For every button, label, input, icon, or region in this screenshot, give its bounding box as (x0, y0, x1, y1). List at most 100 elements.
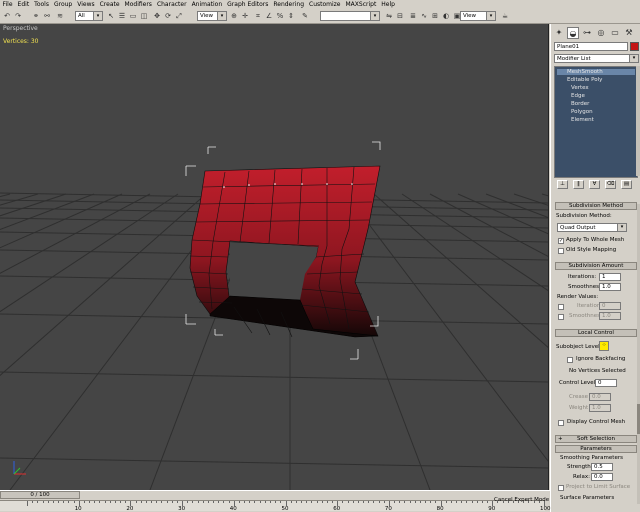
redo-icon[interactable]: ↷ (13, 11, 23, 21)
ruler-tick-label: 90 (488, 506, 496, 512)
modifier-stack[interactable]: MeshSmooth Editable Poly Vertex Edge Border P… (554, 66, 638, 178)
snap-toggle-icon[interactable]: ⌗ (253, 11, 263, 21)
modifier-list-dropdown[interactable]: Modifier List ▾ (554, 54, 639, 63)
ruler-tick (295, 501, 297, 503)
render-smoothness-spinner[interactable]: 1.0 (599, 312, 621, 320)
menu-rendering[interactable]: Rendering (271, 0, 307, 9)
object-name-field[interactable]: Plane01 (554, 42, 628, 51)
vertex-level-button[interactable]: ⁘ (599, 341, 609, 351)
link-icon[interactable]: ⚭ (31, 11, 41, 21)
spinner-snap-icon[interactable]: ⇕ (286, 11, 296, 21)
menu-file[interactable]: File (0, 0, 15, 9)
plane01-mesh[interactable] (189, 165, 381, 338)
undo-icon[interactable]: ↶ (2, 11, 12, 21)
menu-views[interactable]: Views (75, 0, 97, 9)
make-unique-button[interactable]: ∀ (589, 180, 600, 189)
menu-modifiers[interactable]: Modifiers (122, 0, 154, 9)
old-style-mapping-checkbox[interactable] (558, 248, 564, 254)
stack-item-edge[interactable]: Edge (571, 93, 635, 99)
configure-sets-button[interactable]: ▤ (621, 180, 632, 189)
select-scale-icon[interactable]: ⤢ (174, 11, 184, 21)
angle-snap-icon[interactable]: ∠ (264, 11, 274, 21)
stack-item-border[interactable]: Border (571, 101, 635, 107)
unlink-icon[interactable]: ⚯ (42, 11, 52, 21)
smoothness-spinner[interactable]: 1.0 (599, 283, 621, 291)
weight-spinner[interactable]: 1.0 (589, 404, 611, 412)
stack-item-vertex[interactable]: Vertex (571, 85, 635, 91)
select-move-icon[interactable]: ✥ (152, 11, 162, 21)
rollout-subdivision-amount[interactable]: Subdivision Amount (555, 262, 637, 270)
menu-customize[interactable]: Customize (307, 0, 344, 9)
subdivision-method-dropdown[interactable]: Quad Output ▾ (557, 223, 627, 232)
pin-stack-button[interactable]: ⊥ (557, 180, 568, 189)
track-bar[interactable]: 10 20 30 40 50 60 70 80 90 100 (0, 500, 551, 512)
select-manipulate-icon[interactable]: ✛ (240, 11, 250, 21)
menu-maxscript[interactable]: MAXScript (343, 0, 379, 9)
crease-spinner[interactable]: 0.0 (589, 393, 611, 401)
perspective-viewport[interactable]: Perspective Vertices: 30 (0, 24, 549, 490)
object-color-swatch[interactable] (630, 42, 639, 51)
selection-filter-dropdown[interactable]: All ▾ (75, 11, 103, 21)
stack-item-meshsmooth[interactable]: MeshSmooth (557, 69, 635, 75)
strength-spinner[interactable]: 0.5 (591, 463, 613, 471)
menu-tools[interactable]: Tools (32, 0, 52, 9)
select-rotate-icon[interactable]: ⟳ (163, 11, 173, 21)
material-editor-icon[interactable]: ◐ (441, 11, 451, 21)
project-limit-checkbox[interactable] (558, 485, 564, 491)
select-by-name-icon[interactable]: ☰ (117, 11, 127, 21)
menu-help[interactable]: Help (379, 0, 398, 9)
hierarchy-tab-icon[interactable]: ⊶ (581, 27, 593, 39)
reference-coordinate-dropdown[interactable]: View ▾ (197, 11, 227, 21)
modify-tab-icon[interactable]: ◒ (567, 27, 579, 39)
stack-item-element[interactable]: Element (571, 117, 635, 123)
align-icon[interactable]: ⊟ (395, 11, 405, 21)
quick-render-icon[interactable]: ☕ (500, 11, 510, 21)
motion-tab-icon[interactable]: ◎ (595, 27, 607, 39)
display-tab-icon[interactable]: ▭ (609, 27, 621, 39)
ignore-backfacing-checkbox[interactable] (567, 357, 573, 363)
render-iterations-checkbox[interactable] (558, 304, 564, 310)
window-crossing-icon[interactable]: ◫ (139, 11, 149, 21)
menu-edit[interactable]: Edit (15, 0, 32, 9)
time-slider[interactable]: 0 / 100 (0, 491, 80, 499)
rollout-soft-selection[interactable]: + Soft Selection (555, 435, 637, 443)
mirror-icon[interactable]: ⇋ (384, 11, 394, 21)
menu-character[interactable]: Character (154, 0, 189, 9)
remove-modifier-button[interactable]: ⌫ (605, 180, 616, 189)
display-control-mesh-checkbox[interactable] (558, 420, 564, 426)
ruler-tick (166, 501, 168, 503)
menu-animation[interactable]: Animation (189, 0, 225, 9)
pivot-center-icon[interactable]: ⊕ (229, 11, 239, 21)
percent-snap-icon[interactable]: % (275, 11, 285, 21)
viewport-label[interactable]: Perspective (3, 25, 38, 32)
schematic-view-icon[interactable]: ⊞ (430, 11, 440, 21)
layer-manager-icon[interactable]: ≣ (408, 11, 418, 21)
rollout-subdivision-method[interactable]: Subdivision Method (555, 202, 637, 210)
ruler-tick-label: 10 (74, 506, 82, 512)
menu-graph-editors[interactable]: Graph Editors (225, 0, 271, 9)
control-level-spinner[interactable]: 0 (595, 379, 617, 387)
stack-item-polygon[interactable]: Polygon (571, 109, 635, 115)
show-end-result-button[interactable]: ‖ (573, 180, 584, 189)
rollout-parameters[interactable]: Parameters (555, 445, 637, 453)
bind-space-warp-icon[interactable]: ≋ (55, 11, 65, 21)
iterations-spinner[interactable]: 1 (599, 273, 621, 281)
stack-item-editable-poly[interactable]: Editable Poly (557, 77, 635, 83)
render-iterations-spinner[interactable]: 0 (599, 302, 621, 310)
render-view-dropdown[interactable]: View ▾ (460, 11, 496, 21)
rollout-local-control[interactable]: Local Control (555, 329, 637, 337)
create-tab-icon[interactable]: ✦ (553, 27, 565, 39)
rectangle-selection-icon[interactable]: ▭ (128, 11, 138, 21)
modifier-stack-scrollbar[interactable] (636, 66, 640, 176)
render-smoothness-checkbox[interactable] (558, 314, 564, 320)
cancel-expert-mode-button[interactable]: Cancel Expert Mode (494, 497, 549, 503)
select-object-icon[interactable]: ↖ (106, 11, 116, 21)
edit-named-selection-icon[interactable]: ✎ (300, 11, 310, 21)
apply-whole-mesh-checkbox[interactable]: ✓ (558, 238, 564, 244)
menu-create[interactable]: Create (97, 0, 122, 9)
utilities-tab-icon[interactable]: ⚒ (623, 27, 635, 39)
named-selection-dropdown[interactable]: ▾ (320, 11, 380, 21)
curve-editor-icon[interactable]: ∿ (419, 11, 429, 21)
relax-spinner[interactable]: 0.0 (591, 473, 613, 481)
menu-group[interactable]: Group (51, 0, 74, 9)
